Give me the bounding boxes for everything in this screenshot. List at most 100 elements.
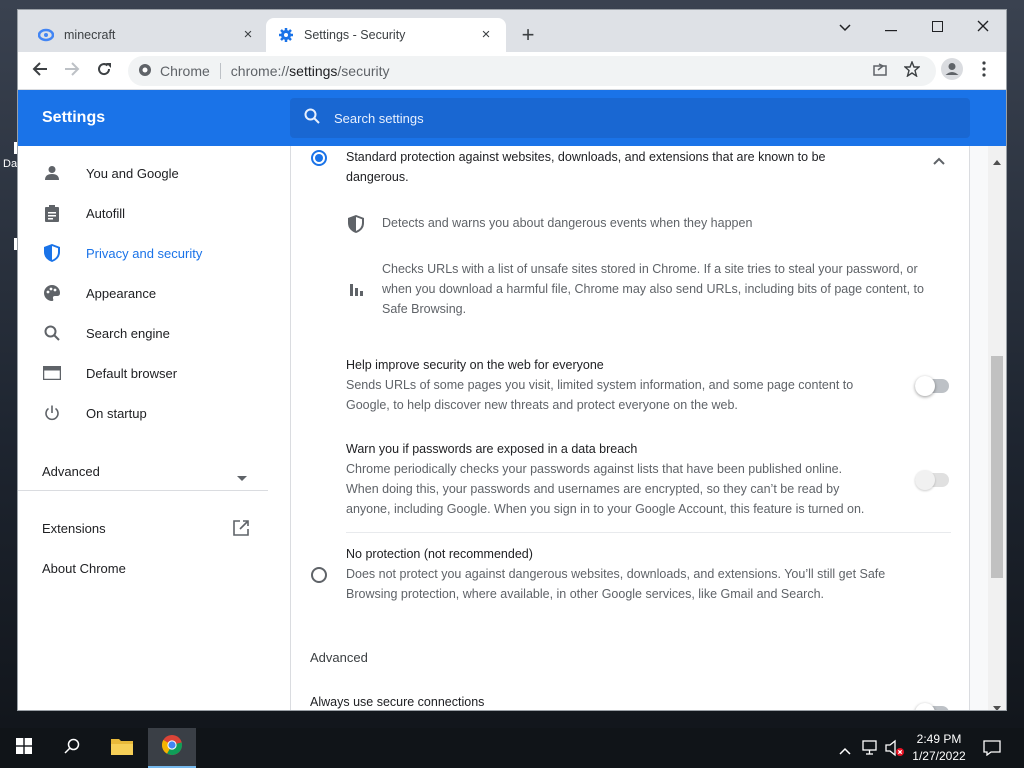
settings-header: Settings Search settings	[18, 90, 1006, 146]
sidebar-extensions[interactable]: Extensions	[42, 521, 106, 536]
sidebar-item-default-browser[interactable]: Default browser	[18, 353, 290, 393]
secure-connections-toggle[interactable]	[915, 703, 949, 710]
chrome-taskbar-button[interactable]	[148, 728, 196, 768]
network-icon[interactable]	[862, 740, 880, 761]
secure-connections-title: Always use secure connections	[310, 695, 485, 709]
taskbar-search-button[interactable]	[48, 728, 96, 768]
sidebar-about-chrome[interactable]: About Chrome	[42, 561, 126, 576]
sidebar-advanced[interactable]: Advanced	[42, 464, 100, 479]
reload-button[interactable]	[90, 57, 118, 85]
new-tab-button[interactable]: +	[516, 24, 540, 48]
tab-strip: minecraft × Settings - Security × +	[18, 10, 1006, 52]
password-breach-toggle[interactable]	[915, 470, 949, 490]
windows-taskbar: 2:49 PM 1/27/2022	[0, 728, 1024, 768]
maximize-button[interactable]	[914, 14, 960, 42]
no-protection-radio[interactable]	[311, 567, 327, 583]
close-window-button[interactable]	[960, 14, 1006, 42]
scroll-down-arrow-icon[interactable]	[993, 698, 1001, 710]
sidebar-item-privacy-and-security[interactable]: Privacy and security	[18, 233, 290, 273]
settings-title: Settings	[42, 109, 106, 126]
share-icon	[872, 61, 888, 82]
scrollbar-thumb[interactable]	[991, 356, 1003, 578]
browser-toolbar: Chrome chrome://settings/security	[18, 52, 1006, 90]
file-explorer-button[interactable]	[98, 728, 146, 768]
caret-down-icon[interactable]	[237, 469, 247, 487]
show-hidden-icons-icon[interactable]	[839, 742, 851, 760]
power-icon	[42, 403, 62, 423]
tab-title: minecraft	[64, 28, 116, 42]
sidebar-divider	[18, 490, 268, 491]
sidebar-item-label: Privacy and security	[86, 245, 203, 261]
desktop-icon-label[interactable]: Da	[3, 158, 17, 170]
toggle-knob	[915, 470, 935, 490]
detects-text: Detects and warns you about dangerous ev…	[382, 216, 753, 230]
tab-title: Settings - Security	[304, 28, 406, 42]
minimize-button[interactable]	[868, 14, 914, 42]
close-tab-icon[interactable]: ×	[478, 27, 494, 43]
arrow-right-icon	[64, 61, 80, 82]
shield-icon	[348, 215, 364, 238]
taskbar-clock[interactable]: 2:49 PM 1/27/2022	[908, 731, 970, 765]
password-breach-title: Warn you if passwords are exposed in a d…	[346, 442, 638, 456]
password-breach-description: Chrome periodically checks your password…	[346, 462, 843, 476]
sidebar-item-search-engine[interactable]: Search engine	[18, 313, 290, 353]
sidebar-item-you-and-google[interactable]: You and Google	[18, 153, 290, 193]
help-improve-toggle[interactable]	[915, 376, 949, 396]
help-improve-description: Sends URLs of some pages you visit, limi…	[346, 378, 854, 392]
shield-icon	[42, 243, 62, 263]
url-host: settings	[289, 63, 338, 79]
sidebar-item-label: Search engine	[86, 325, 170, 341]
checks-urls-text: Checks URLs with a list of unsafe sites …	[382, 262, 918, 276]
windows-logo-icon	[16, 737, 32, 759]
profile-button[interactable]	[938, 57, 966, 85]
person-icon	[42, 163, 62, 183]
back-button[interactable]	[26, 57, 54, 85]
close-tab-icon[interactable]: ×	[240, 27, 256, 43]
tab-settings-security[interactable]: Settings - Security ×	[266, 18, 506, 52]
share-button[interactable]	[866, 57, 894, 85]
omnibox-site-label: Chrome	[160, 63, 210, 79]
search-settings-input[interactable]: Search settings	[290, 98, 970, 138]
no-protection-description: Browsing protection, where available, in…	[346, 587, 825, 601]
chrome-logo-icon	[161, 734, 183, 761]
bookmark-button[interactable]	[898, 57, 926, 85]
url-path: /security	[337, 63, 390, 79]
sidebar-item-label: Autofill	[86, 205, 126, 221]
option-divider	[346, 532, 951, 533]
browser-icon	[42, 363, 62, 383]
scroll-up-arrow-icon[interactable]	[993, 152, 1001, 170]
menu-button[interactable]	[970, 57, 998, 85]
search-icon	[64, 738, 80, 759]
sidebar-item-on-startup[interactable]: On startup	[18, 393, 290, 433]
collapse-chevron-icon[interactable]	[933, 152, 945, 170]
minecraft-favicon-icon	[38, 27, 54, 43]
sidebar-item-appearance[interactable]: Appearance	[18, 273, 290, 313]
checks-urls-text: when you download a harmful file, Chrome…	[382, 282, 924, 296]
vertical-scrollbar[interactable]	[988, 146, 1006, 710]
close-icon	[977, 19, 989, 37]
omnibox-separator	[219, 63, 221, 79]
maximize-icon	[931, 19, 943, 37]
sidebar-item-autofill[interactable]: Autofill	[18, 193, 290, 233]
standard-protection-text: dangerous.	[346, 170, 409, 184]
palette-icon	[42, 283, 62, 303]
avatar-icon	[941, 57, 963, 85]
forward-button[interactable]	[58, 57, 86, 85]
url-scheme: chrome://	[230, 63, 290, 79]
checks-urls-text: Safe Browsing.	[382, 302, 467, 316]
volume-muted-icon[interactable]	[885, 739, 905, 762]
open-in-new-icon[interactable]	[233, 520, 249, 541]
sidebar-item-label: Default browser	[86, 365, 178, 381]
gear-icon	[278, 27, 294, 43]
standard-protection-radio[interactable]	[311, 150, 327, 166]
tab-search-button[interactable]	[822, 14, 868, 42]
sidebar-item-label: On startup	[86, 405, 147, 421]
notification-center-icon[interactable]	[983, 740, 1001, 761]
toggle-knob	[915, 703, 935, 710]
address-bar[interactable]: Chrome chrome://settings/security	[128, 56, 936, 86]
desktop-mark	[14, 142, 17, 154]
tab-minecraft[interactable]: minecraft ×	[26, 18, 268, 52]
arrow-left-icon	[32, 61, 48, 82]
browser-window: minecraft × Settings - Security × + Chro…	[18, 10, 1006, 710]
start-button[interactable]	[0, 728, 48, 768]
